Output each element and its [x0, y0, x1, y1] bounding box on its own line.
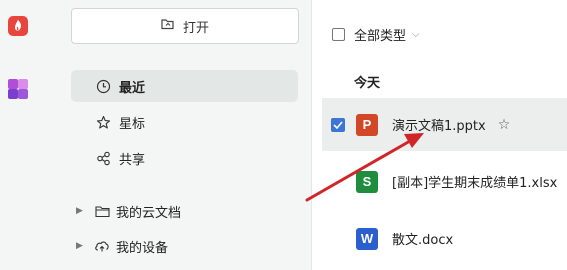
tree-item-label: 我的设备 [116, 240, 169, 256]
share-icon [87, 151, 119, 166]
folder-icon [90, 205, 114, 218]
tree-item-my-devices[interactable]: ▶ 我的设备 [76, 231, 298, 261]
cloud-device-icon [90, 239, 114, 253]
star-icon[interactable]: ☆ [498, 117, 511, 133]
chevron-down-icon[interactable]: ⌵ [412, 29, 420, 40]
tree-item-my-cloud-docs[interactable]: ▶ 我的云文档 [76, 196, 298, 226]
file-name: [副本]学生期末成绩单1.xlsx [392, 176, 558, 191]
file-name: 散文.docx [392, 233, 454, 248]
nav-item-label: 共享 [119, 152, 146, 168]
row-checkbox[interactable] [322, 117, 354, 132]
file-row[interactable]: W 散文.docx [322, 212, 567, 265]
expand-caret-icon[interactable]: ▶ [76, 206, 90, 216]
apps-grid-icon[interactable] [8, 79, 28, 99]
star-icon [87, 115, 119, 130]
file-name: 演示文稿1.pptx [392, 119, 486, 134]
nav-item-starred[interactable]: 星标 [71, 106, 298, 138]
pptx-file-icon: P [356, 113, 378, 136]
xlsx-file-icon: S [356, 170, 378, 193]
clock-icon [87, 79, 119, 94]
expand-caret-icon[interactable]: ▶ [76, 241, 90, 251]
open-button-label: 打开 [182, 20, 209, 36]
file-list-panel: 全部类型 ⌵ 今天 P 演示文稿1.pptx ☆ S [副本]学生期末成绩单1.… [312, 0, 567, 270]
wps-logo-icon[interactable] [8, 16, 28, 36]
nav-item-label: 星标 [119, 116, 146, 132]
nav-panel: 打开 最近 星标 共享 ▶ 我的云文档 ▶ 我的设备 [36, 0, 311, 270]
nav-item-label: 最近 [119, 80, 146, 96]
docx-file-icon: W [356, 227, 378, 250]
file-row[interactable]: P 演示文稿1.pptx ☆ [322, 98, 567, 151]
type-filter[interactable]: 全部类型 ⌵ [332, 24, 420, 44]
tree-item-label: 我的云文档 [116, 205, 182, 221]
nav-item-shared[interactable]: 共享 [71, 142, 298, 174]
nav-item-recent[interactable]: 最近 [71, 70, 298, 102]
file-row[interactable]: S [副本]学生期末成绩单1.xlsx [322, 155, 567, 208]
app-rail [0, 0, 36, 270]
folder-open-icon [161, 18, 175, 34]
select-all-checkbox[interactable] [332, 27, 345, 41]
type-filter-label: 全部类型 [354, 28, 407, 44]
open-button[interactable]: 打开 [71, 8, 299, 44]
section-header-today: 今天 [354, 76, 381, 91]
checkmark-icon [331, 117, 345, 132]
